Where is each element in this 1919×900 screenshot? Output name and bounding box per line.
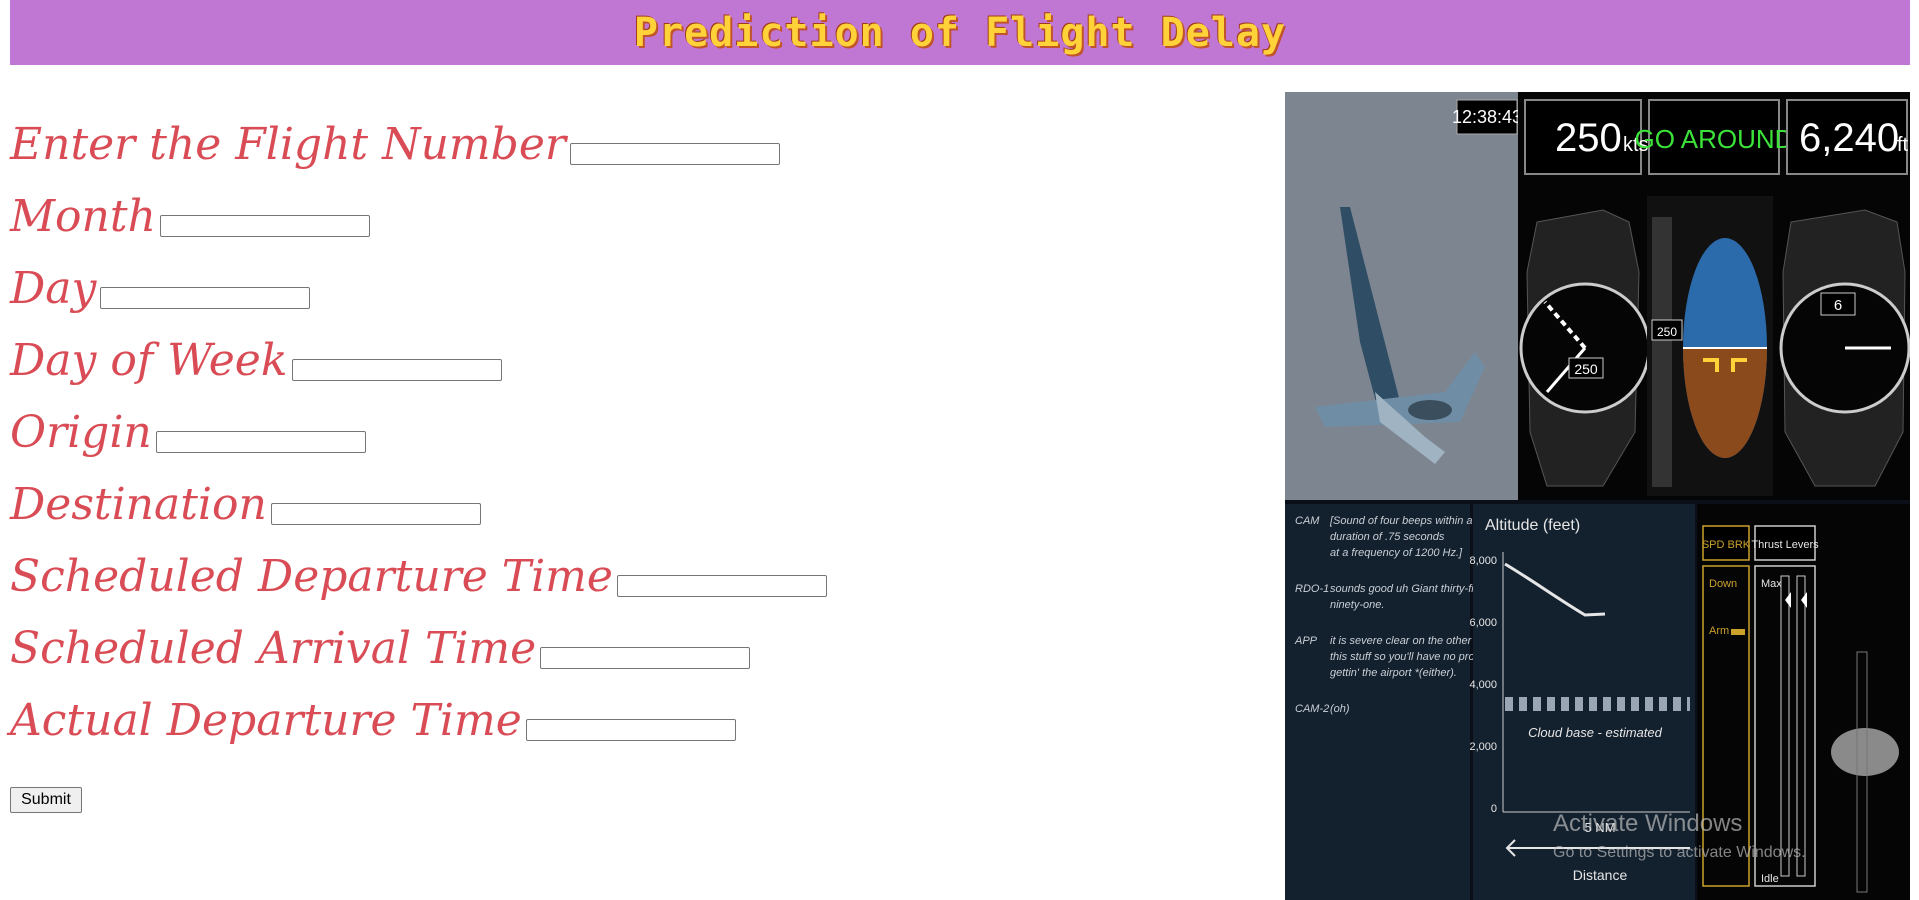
- scheduled-departure-input[interactable]: [616, 575, 827, 597]
- transcript-line: sounds good uh Giant thirty-five: [1330, 583, 1485, 595]
- day-of-week-row: Day of Week: [10, 311, 827, 383]
- scheduled-arrival-label: Scheduled Arrival Time: [10, 623, 537, 674]
- transcript-line: gettin' the airport *(either).: [1330, 667, 1457, 679]
- actual-departure-label: Actual Departure Time: [10, 695, 522, 746]
- altitude-tick: 2,000: [1469, 741, 1497, 753]
- origin-input[interactable]: [155, 431, 366, 453]
- flight-animation-image: 12:38:43 250 kts GO AROUND 6,240 ft 250 …: [1285, 92, 1910, 900]
- attitude-indicator: 250: [1647, 196, 1773, 496]
- watermark-subtitle: Go to Settings to activate Windows.: [1553, 844, 1806, 861]
- go-around-status: GO AROUND: [1635, 124, 1794, 154]
- cloud-base-label: Cloud base - estimated: [1528, 725, 1662, 740]
- cockpit-transcript: [1285, 504, 1470, 900]
- destination-label: Destination: [10, 479, 267, 530]
- month-label: Month: [10, 191, 156, 242]
- transcript-speaker: CAM-2: [1295, 703, 1329, 715]
- day-of-week-input[interactable]: [291, 359, 502, 381]
- thrust-levers-label: Thrust Levers: [1751, 539, 1819, 551]
- altimeter-gauge: 6: [1779, 209, 1910, 487]
- aircraft-view: [1285, 92, 1518, 500]
- page-header: Prediction of Flight Delay: [10, 0, 1910, 65]
- flight-number-input[interactable]: [569, 143, 780, 165]
- page-title: Prediction of Flight Delay: [633, 9, 1287, 56]
- day-input[interactable]: [100, 287, 311, 309]
- thrust-idle-label: Idle: [1761, 873, 1779, 885]
- airspeed-dial-readout: 250: [1574, 361, 1598, 377]
- throttle-model: [1831, 728, 1899, 776]
- transcript-line: (oh): [1330, 703, 1350, 715]
- origin-row: Origin: [10, 383, 827, 455]
- day-of-week-label: Day of Week: [10, 335, 288, 386]
- day-row: Day: [10, 239, 827, 311]
- altitude-readout: 6,240: [1799, 116, 1899, 160]
- spd-brk-arm-label: Arm: [1709, 625, 1729, 637]
- flight-number-row: Enter the Flight Number: [10, 95, 827, 167]
- altimeter-dial-readout: 6: [1834, 297, 1842, 314]
- flight-form: Enter the Flight Number Month Day Day of…: [10, 95, 827, 743]
- transcript-line: ninety-one.: [1330, 599, 1384, 611]
- watermark-title: Activate Windows: [1553, 810, 1743, 837]
- spd-brk-label: SPD BRK: [1702, 539, 1751, 551]
- clock-readout: 12:38:43: [1452, 107, 1522, 127]
- scheduled-departure-label: Scheduled Departure Time: [10, 551, 613, 602]
- transcript-speaker: RDO-1: [1295, 583, 1329, 595]
- scheduled-arrival-row: Scheduled Arrival Time: [10, 599, 827, 671]
- submit-button[interactable]: Submit: [10, 787, 82, 813]
- origin-label: Origin: [10, 407, 152, 458]
- month-row: Month: [10, 167, 827, 239]
- altitude-tick: 8,000: [1469, 555, 1497, 567]
- transcript-speaker: APP: [1294, 635, 1318, 647]
- altitude-tick: 4,000: [1469, 679, 1497, 691]
- spd-brk-down-label: Down: [1709, 578, 1737, 590]
- altitude-tick: 6,000: [1469, 617, 1497, 629]
- day-label: Day: [10, 263, 97, 314]
- altitude-tick: 0: [1491, 803, 1497, 815]
- speed-tape-readout: 250: [1657, 325, 1677, 339]
- transcript-speaker: CAM: [1295, 515, 1320, 527]
- month-input[interactable]: [159, 215, 370, 237]
- spd-brk-handle: [1731, 629, 1745, 635]
- altitude-unit: ft: [1897, 134, 1909, 156]
- altitude-chart-title: Altitude (feet): [1485, 517, 1580, 534]
- destination-input[interactable]: [270, 503, 481, 525]
- actual-departure-row: Actual Departure Time: [10, 671, 827, 743]
- flight-number-label: Enter the Flight Number: [10, 119, 566, 170]
- scheduled-departure-row: Scheduled Departure Time: [10, 527, 827, 599]
- thrust-max-label: Max: [1761, 578, 1782, 590]
- speed-readout: 250: [1555, 116, 1622, 160]
- distance-label: Distance: [1573, 867, 1628, 883]
- actual-departure-input[interactable]: [525, 719, 736, 741]
- activate-windows-watermark: Activate Windows Go to Settings to activ…: [1553, 810, 1806, 862]
- destination-row: Destination: [10, 455, 827, 527]
- transcript-line: [Sound of four beeps within a: [1329, 515, 1472, 527]
- scheduled-arrival-input[interactable]: [540, 647, 751, 669]
- transcript-line: at a frequency of 1200 Hz.]: [1330, 547, 1463, 559]
- transcript-line: duration of .75 seconds: [1330, 531, 1445, 543]
